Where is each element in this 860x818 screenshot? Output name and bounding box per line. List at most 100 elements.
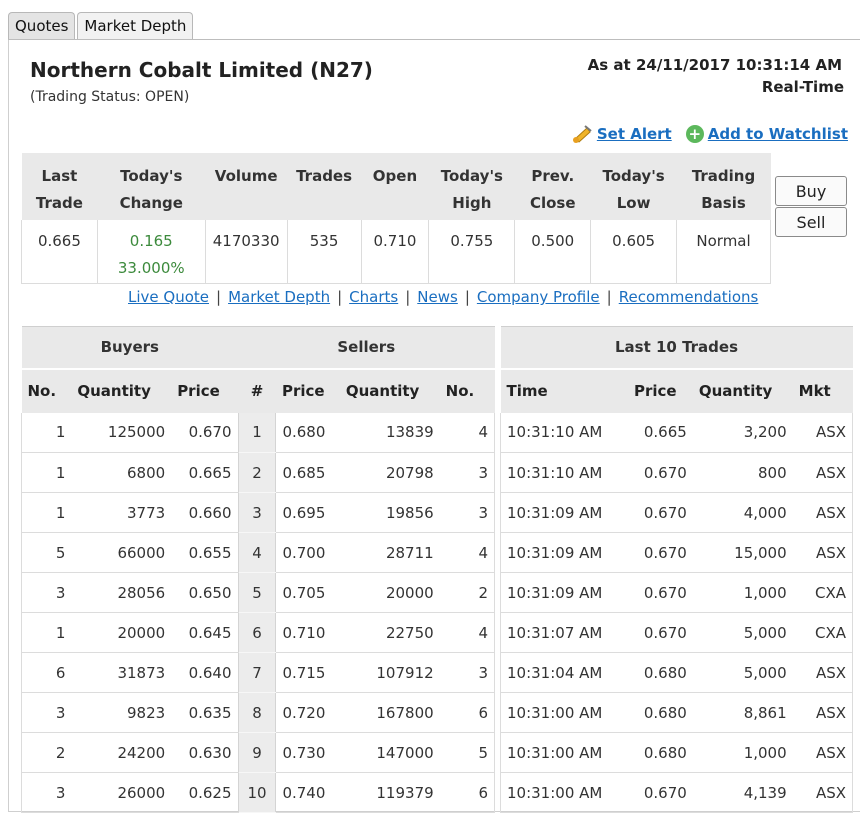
quote-actions: Set Alert + Add to Watchlist <box>571 124 848 144</box>
volume-value: 4170330 <box>205 220 288 284</box>
depth-column-header: No. Quantity Price # Price Quantity No. <box>21 367 495 413</box>
separator: | <box>337 288 343 306</box>
sell-button[interactable]: Sell <box>775 207 847 237</box>
trade-price: 0.670 <box>627 492 693 533</box>
trade-price: 0.680 <box>627 732 693 773</box>
sell-quantity: 107912 <box>339 652 440 693</box>
trade-time: 10:31:10 AM <box>499 452 628 493</box>
plus-circle-icon[interactable]: + <box>685 125 704 143</box>
depth-level: 7 <box>237 652 277 693</box>
buy-price: 0.630 <box>171 732 239 773</box>
trade-row: 10:31:09 AM 0.670 4,000 ASX <box>499 492 853 533</box>
depth-row: 3 26000 0.625 10 0.740 119379 6 <box>21 772 495 813</box>
header-trading-basis: Trading Basis <box>676 153 771 220</box>
depth-level: 6 <box>237 612 277 653</box>
link-market-depth[interactable]: Market Depth <box>228 288 330 306</box>
link-news[interactable]: News <box>417 288 458 306</box>
realtime-label: Real-Time <box>761 78 844 96</box>
sell-price: 0.715 <box>275 652 340 693</box>
buy-button[interactable]: Buy <box>775 176 847 206</box>
col-buy-quantity: Quantity <box>71 367 172 413</box>
sell-quantity: 22750 <box>339 612 440 653</box>
quote-nav-links: Live Quote | Market Depth | Charts | News | Comp… <box>128 288 758 306</box>
trade-row: 10:31:10 AM 0.665 3,200 ASX <box>499 412 853 453</box>
trade-market: ASX <box>792 492 853 533</box>
separator: | <box>606 288 612 306</box>
header-line: Trade <box>35 194 83 212</box>
header-prev-close: Prev. Close <box>514 153 591 220</box>
tab-quotes[interactable]: Quotes <box>8 12 76 40</box>
trade-market: ASX <box>792 412 853 453</box>
header-line: Change <box>119 194 183 212</box>
header-line: Prev. <box>531 167 575 185</box>
tab-market-depth[interactable]: Market Depth <box>77 12 194 40</box>
header-open: Open <box>361 153 429 220</box>
alert-bell-icon[interactable] <box>571 124 593 144</box>
buy-price: 0.645 <box>171 612 239 653</box>
trade-price: 0.670 <box>627 452 693 493</box>
col-buy-no: No. <box>21 367 72 413</box>
sell-price: 0.700 <box>275 532 340 573</box>
buy-quantity: 66000 <box>71 532 172 573</box>
link-recommendations[interactable]: Recommendations <box>619 288 759 306</box>
trade-quantity: 15,000 <box>692 532 793 573</box>
link-charts[interactable]: Charts <box>349 288 398 306</box>
sell-price: 0.710 <box>275 612 340 653</box>
header-todays-low: Today's Low <box>590 153 677 220</box>
header-line: Trades <box>296 167 353 185</box>
col-sell-no: No. <box>439 367 495 413</box>
last-trades-title: Last 10 Trades <box>500 326 853 369</box>
buy-quantity: 3773 <box>71 492 172 533</box>
header-line: Close <box>529 194 576 212</box>
sell-quantity: 167800 <box>339 692 440 733</box>
depth-level: 3 <box>237 492 277 533</box>
trade-market: ASX <box>792 532 853 573</box>
trades-column-header: Time Price Quantity Mkt <box>500 367 853 413</box>
trade-time: 10:31:09 AM <box>499 492 628 533</box>
trade-price: 0.670 <box>627 532 693 573</box>
col-market: Mkt <box>792 367 853 413</box>
sell-quantity: 19856 <box>339 492 440 533</box>
separator: | <box>405 288 411 306</box>
trade-time: 10:31:09 AM <box>499 572 628 613</box>
link-live-quote[interactable]: Live Quote <box>128 288 209 306</box>
trade-market: ASX <box>792 772 853 813</box>
depth-level: 10 <box>237 772 277 813</box>
sell-quantity: 147000 <box>339 732 440 773</box>
summary-value-row: 0.665 0.165 33.000% 4170330 535 0.710 0.… <box>21 220 771 284</box>
link-company-profile[interactable]: Company Profile <box>477 288 600 306</box>
sell-count: 4 <box>439 412 495 453</box>
trade-row: 10:31:09 AM 0.670 1,000 CXA <box>499 572 853 613</box>
buy-count: 2 <box>21 732 72 773</box>
tab-bar: Quotes Market Depth <box>8 12 195 40</box>
company-title: Northern Cobalt Limited (N27) <box>30 58 373 82</box>
buy-price: 0.640 <box>171 652 239 693</box>
sell-price: 0.730 <box>275 732 340 773</box>
add-to-watchlist-link[interactable]: Add to Watchlist <box>708 125 848 143</box>
depth-row: 6 31873 0.640 7 0.715 107912 3 <box>21 652 495 693</box>
buy-quantity: 6800 <box>71 452 172 493</box>
header-line: Trading <box>691 167 756 185</box>
sell-quantity: 20798 <box>339 452 440 493</box>
buy-count: 3 <box>21 772 72 813</box>
set-alert-link[interactable]: Set Alert <box>597 125 672 143</box>
depth-level: 4 <box>237 532 277 573</box>
sell-price: 0.685 <box>275 452 340 493</box>
col-time: Time <box>500 367 628 413</box>
sell-count: 2 <box>439 572 495 613</box>
tab-baseline <box>8 39 860 40</box>
trade-time: 10:31:10 AM <box>499 412 628 453</box>
buy-price: 0.635 <box>171 692 239 733</box>
sell-price: 0.720 <box>275 692 340 733</box>
buy-count: 6 <box>21 652 72 693</box>
buy-price: 0.670 <box>171 412 239 453</box>
trade-price: 0.670 <box>627 612 693 653</box>
header-trades: Trades <box>287 153 362 220</box>
buy-count: 3 <box>21 572 72 613</box>
trade-time: 10:31:00 AM <box>499 692 628 733</box>
sell-count: 5 <box>439 732 495 773</box>
trade-row: 10:31:00 AM 0.680 1,000 ASX <box>499 732 853 773</box>
last-trade-value: 0.665 <box>21 220 98 284</box>
trade-quantity: 3,200 <box>692 412 793 453</box>
separator: | <box>216 288 222 306</box>
